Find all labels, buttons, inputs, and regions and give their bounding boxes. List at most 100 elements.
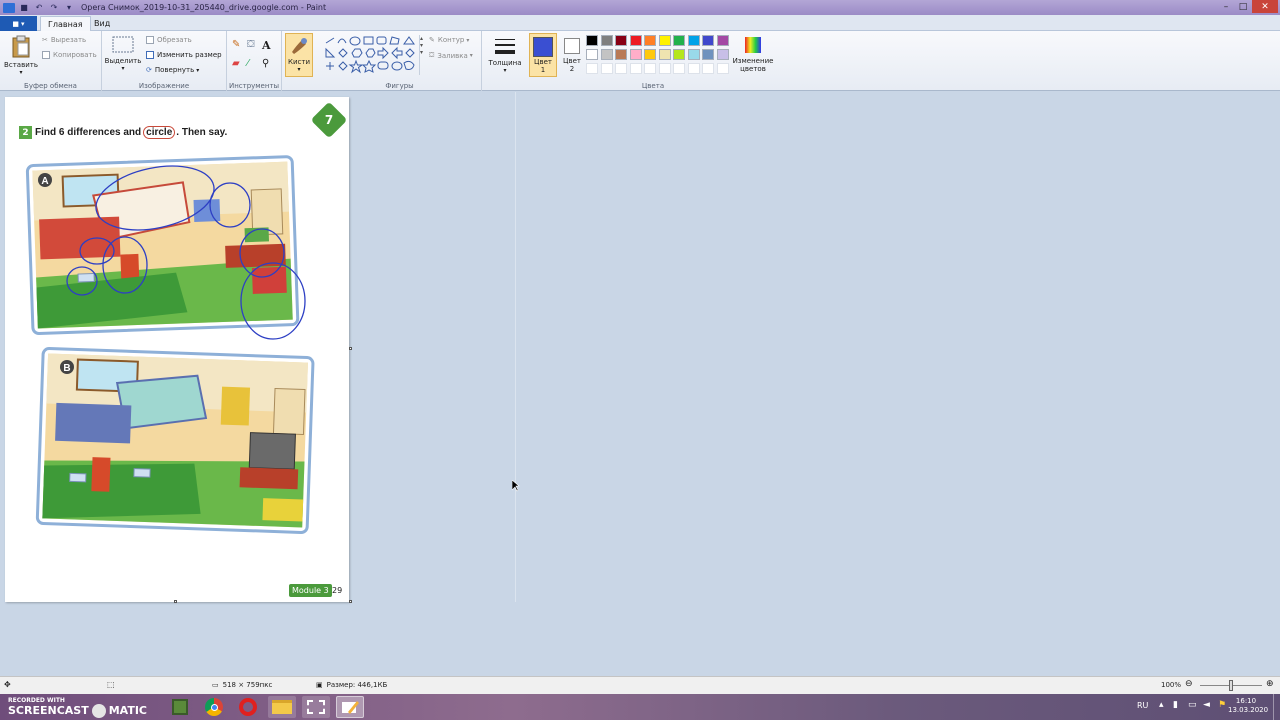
palette-swatch[interactable] [600, 49, 613, 60]
group-label-colors: Цвета [641, 82, 665, 90]
crop-button[interactable]: Обрезать [146, 36, 192, 44]
resize-handle-right[interactable] [349, 347, 352, 350]
palette-swatch[interactable] [716, 63, 729, 74]
tray-expand-icon[interactable]: ▴ [1159, 700, 1164, 710]
palette-swatch[interactable] [658, 49, 671, 60]
palette-swatch[interactable] [586, 49, 598, 60]
network-icon[interactable]: ▭ [1188, 700, 1197, 710]
drawing-canvas[interactable]: 2 Find 6 differences and circle . Then s… [5, 97, 349, 602]
palette-swatch[interactable] [716, 49, 729, 60]
picture-a: A [25, 155, 306, 340]
zoom-slider-thumb[interactable] [1229, 680, 1233, 691]
group-thickness: Толщина ▾ [482, 31, 528, 91]
palette-swatch[interactable] [716, 35, 729, 46]
palette-swatch[interactable] [586, 35, 598, 46]
eraser-icon[interactable]: ▰ [232, 58, 247, 69]
palette-swatch[interactable] [673, 63, 685, 74]
palette-swatch[interactable] [629, 63, 642, 74]
tab-home[interactable]: Главная [40, 16, 91, 31]
magnifier-icon[interactable]: ⚲ [262, 58, 277, 69]
title-bar: ■ ↶ ↷ ▾ Opera Снимок_2019-10-31_205440_d… [0, 0, 1280, 15]
file-size: ▣ Размер: 446,1КБ [316, 681, 388, 689]
thickness-button[interactable]: Толщина ▾ [485, 35, 525, 75]
palette-swatch[interactable] [658, 35, 671, 46]
palette-swatch[interactable] [687, 49, 700, 60]
app-icon[interactable] [3, 2, 15, 13]
resize-handle-corner[interactable] [349, 600, 352, 603]
copy-button[interactable]: Копировать [42, 51, 97, 59]
palette-swatch[interactable] [644, 35, 656, 46]
palette-swatch[interactable] [673, 35, 685, 46]
palette-swatch[interactable] [615, 49, 627, 60]
file-explorer-icon[interactable] [268, 696, 296, 718]
color2-swatch [564, 38, 580, 54]
paste-button[interactable]: Вставить ▾ [4, 35, 38, 77]
color-wheel-icon [745, 37, 761, 53]
tray-app-icon[interactable]: ▮ [1173, 700, 1178, 710]
text-icon[interactable]: A [262, 39, 277, 52]
palette-swatch[interactable] [629, 35, 642, 46]
palette-swatch[interactable] [702, 35, 714, 46]
volume-icon[interactable]: ◄ [1203, 700, 1210, 710]
palette-swatch[interactable] [658, 63, 671, 74]
palette-swatch[interactable] [644, 49, 656, 60]
palette-swatch[interactable] [702, 49, 714, 60]
brushes-button[interactable]: Кисти ▾ [285, 33, 313, 77]
close-button[interactable]: ✕ [1252, 0, 1278, 13]
page-number: 29 [332, 586, 343, 595]
edit-colors-button[interactable]: Изменение цветов [728, 35, 778, 73]
minimize-button[interactable]: – [1218, 0, 1234, 13]
palette-swatch[interactable] [629, 49, 642, 60]
clock[interactable]: 16:10 13.03.2020 [1228, 697, 1268, 715]
group-clipboard: Вставить ▾ ✂ Вырезать Копировать Буфер об… [0, 31, 102, 91]
color2-button[interactable]: Цвет 2 [560, 33, 584, 77]
disk-icon: ▣ [316, 681, 323, 689]
zoom-level: 100% [1161, 681, 1182, 689]
notification-icon[interactable]: ⚑ [1218, 700, 1226, 710]
language-indicator[interactable]: RU [1137, 701, 1148, 710]
group-label-clipboard: Буфер обмена [24, 82, 77, 90]
show-desktop-button[interactable] [1273, 694, 1278, 720]
image-dimensions: ▭ 518 × 759пкс [212, 681, 273, 689]
palette-swatch[interactable] [702, 63, 714, 74]
canvas-area[interactable]: 2 Find 6 differences and circle . Then s… [0, 92, 1280, 676]
shapes-scroll[interactable]: ▴ ▾ ▾ [419, 35, 425, 75]
palette-swatch[interactable] [673, 49, 685, 60]
resize-handle-bottom[interactable] [174, 600, 177, 603]
shapes-gallery[interactable] [322, 35, 422, 75]
save-icon[interactable]: ■ [18, 3, 30, 13]
palette-swatch[interactable] [687, 35, 700, 46]
maximize-button[interactable]: □ [1235, 0, 1251, 13]
outline-button[interactable]: ✎ Контур ▾ [429, 36, 469, 44]
palette-swatch[interactable] [600, 63, 613, 74]
cut-button[interactable]: ✂ Вырезать [42, 36, 86, 44]
snipping-tool-icon[interactable] [302, 696, 330, 718]
redo-icon[interactable]: ↷ [48, 3, 60, 13]
fill-bucket-icon[interactable]: ⛋ [247, 39, 262, 52]
opera-icon[interactable] [234, 696, 262, 718]
zoom-slider[interactable] [1200, 680, 1262, 691]
pencil-icon[interactable]: ✎ [232, 39, 247, 52]
color1-button[interactable]: Цвет 1 [529, 33, 557, 77]
select-button[interactable]: Выделить ▾ [104, 35, 142, 73]
customize-quick-access-icon[interactable]: ▾ [63, 3, 75, 13]
palette-swatch[interactable] [687, 63, 700, 74]
zoom-in-button[interactable]: ⊕ [1266, 679, 1274, 689]
rotate-button[interactable]: ⟳ Повернуть ▾ [146, 66, 199, 74]
chrome-icon[interactable] [200, 696, 228, 718]
palette-swatch[interactable] [600, 35, 613, 46]
minecraft-icon[interactable] [166, 696, 194, 718]
tab-view[interactable]: Вид [87, 16, 117, 31]
color-picker-icon[interactable]: ⁄ [247, 58, 262, 69]
palette-swatch[interactable] [644, 63, 656, 74]
resize-button[interactable]: Изменить размер [146, 51, 222, 59]
palette-swatch[interactable] [615, 63, 627, 74]
file-menu-button[interactable]: ■ ▾ [0, 16, 37, 31]
palette-swatch[interactable] [586, 63, 598, 74]
paint-icon[interactable] [336, 696, 364, 718]
fill-button[interactable]: ⛋ Заливка ▾ [429, 51, 473, 60]
rotate-icon: ⟳ [146, 66, 152, 74]
undo-icon[interactable]: ↶ [33, 3, 45, 13]
zoom-out-button[interactable]: ⊖ [1185, 679, 1193, 689]
palette-swatch[interactable] [615, 35, 627, 46]
